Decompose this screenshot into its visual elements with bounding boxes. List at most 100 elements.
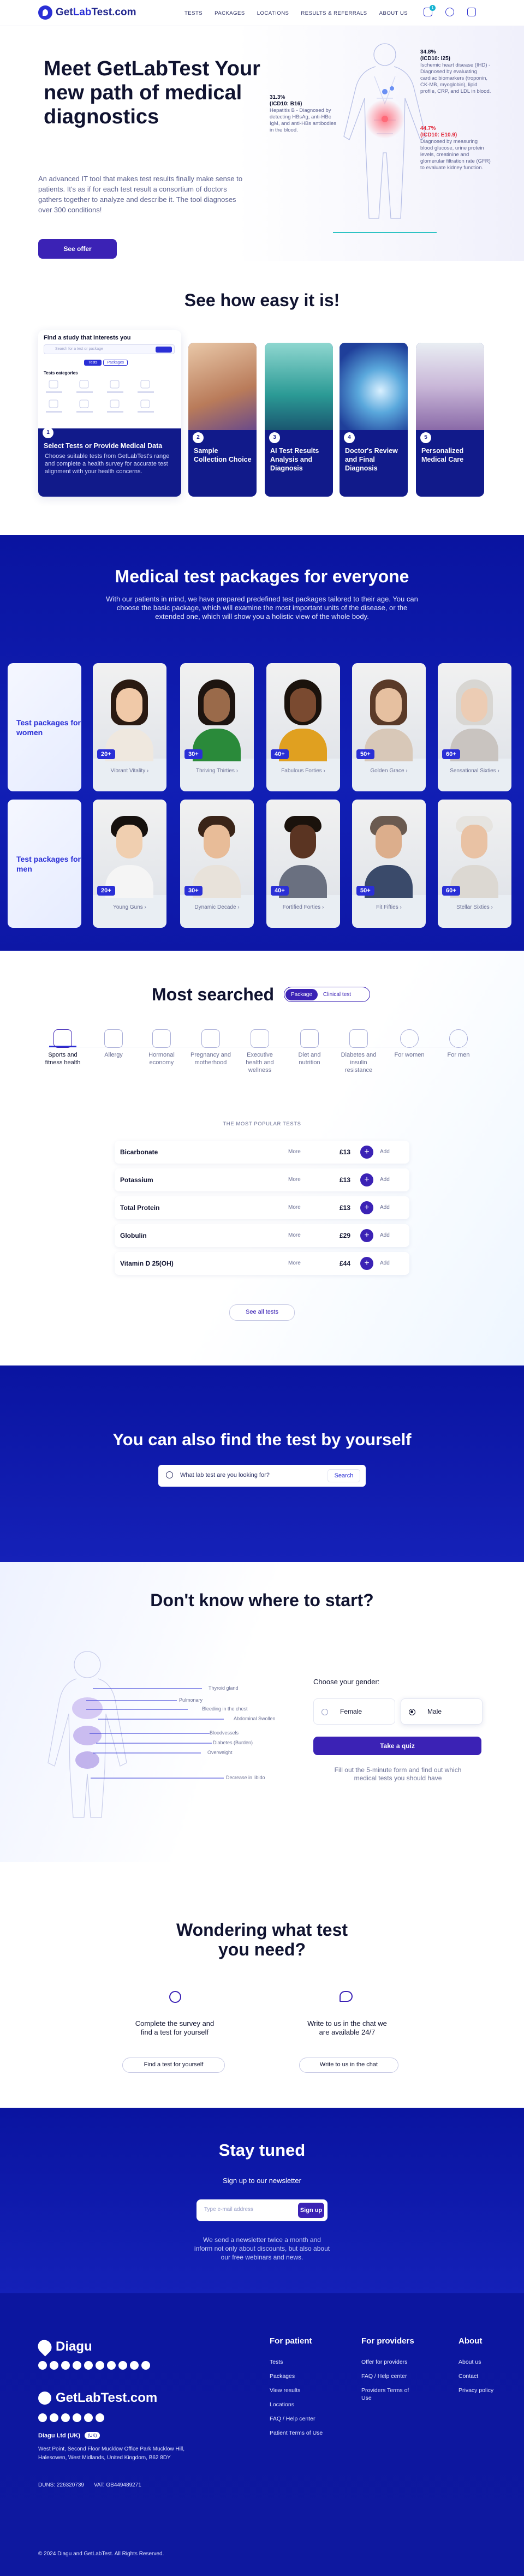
region-selector[interactable]: (UK) (84, 2432, 100, 2439)
test-row: Total Protein More £13 + Add (115, 1196, 409, 1219)
category-diabetes[interactable]: Diabetes and insulin resistance (337, 1029, 380, 1074)
logo[interactable]: GetLabTest.com (38, 5, 136, 20)
footer-link-contact[interactable]: Contact (458, 2372, 502, 2380)
see-all-tests-button[interactable]: See all tests (229, 1304, 295, 1321)
package-women-60[interactable]: 60+ Sensational Sixties (438, 663, 511, 791)
package-men-30[interactable]: 30+ Dynamic Decade (180, 800, 254, 928)
footer-link-faq[interactable]: FAQ / Help center (270, 2415, 324, 2423)
diagu-logo-icon (35, 2337, 55, 2357)
cart-icon[interactable] (467, 8, 476, 16)
more-link[interactable]: More (288, 1204, 301, 1211)
search-button[interactable]: Search (327, 1469, 360, 1482)
more-link[interactable]: More (288, 1232, 301, 1238)
step-card-doctor[interactable]: 4 Doctor's Review and Final Diagnosis (340, 343, 408, 497)
footer-link-providers-terms[interactable]: Providers Terms of Use (361, 2387, 416, 2402)
nav-packages[interactable]: PACKAGES (215, 10, 245, 16)
chat-icon (340, 1991, 353, 2002)
hero-text: An advanced IT tool that makes test resu… (38, 175, 243, 214)
x-icon[interactable] (84, 2413, 93, 2422)
tab-packages[interactable]: Packages (103, 360, 128, 366)
add-plus-button[interactable]: + (360, 1173, 373, 1186)
step-card-care[interactable]: 5 Personalized Medical Care (416, 343, 484, 497)
toggle-clinical[interactable]: Clinical test (318, 989, 356, 1000)
more-link[interactable]: More (288, 1177, 301, 1183)
annotation-hepatitis: 31.3% (ICD10: B16) Hepatitis B - Diagnosed… (270, 94, 336, 133)
category-diet[interactable]: Diet and nutrition (288, 1029, 331, 1066)
footer-link-privacy[interactable]: Privacy policy (458, 2387, 502, 2394)
gender-female-option[interactable]: Female (313, 1698, 395, 1725)
x-icon[interactable] (84, 2361, 93, 2370)
tiktok-icon[interactable] (96, 2413, 104, 2422)
instagram-icon[interactable] (50, 2361, 58, 2370)
threads-icon[interactable] (118, 2361, 127, 2370)
nav-about[interactable]: ABOUT US (379, 10, 408, 16)
facebook-icon[interactable] (38, 2413, 47, 2422)
category-allergy[interactable]: Allergy (92, 1029, 135, 1059)
footer-link-offer[interactable]: Offer for providers (361, 2358, 416, 2366)
package-women-20[interactable]: 20+ Vibrant Vitality (93, 663, 166, 791)
nav-tests[interactable]: TESTS (184, 10, 203, 16)
see-offer-button[interactable]: See offer (38, 239, 117, 259)
category-women[interactable]: For women (388, 1029, 431, 1059)
email-input[interactable]: Type e-mail address (204, 2207, 253, 2213)
package-women-40[interactable]: 40+ Fabulous Forties (266, 663, 340, 791)
instagram-icon[interactable] (50, 2413, 58, 2422)
youtube-icon[interactable] (73, 2413, 81, 2422)
footer-link-providers-faq[interactable]: FAQ / Help center (361, 2372, 416, 2380)
more-link[interactable]: More (288, 1149, 301, 1155)
popular-tests-heading: THE MOST POPULAR TESTS (223, 1121, 301, 1127)
sign-up-button[interactable]: Sign up (298, 2203, 324, 2218)
getlabtest-footer-logo[interactable]: GetLabTest.com (38, 2390, 157, 2406)
footer-link-patient-terms[interactable]: Patient Terms of Use (270, 2429, 324, 2437)
package-men-60[interactable]: 60+ Stellar Sixties (438, 800, 511, 928)
spotify-icon[interactable] (141, 2361, 150, 2370)
step-search-input[interactable]: Search for a test or package (44, 344, 175, 354)
category-sports[interactable]: Sports and fitness health (41, 1029, 85, 1066)
diagu-logo[interactable]: Diagu (35, 2337, 92, 2357)
main-nav: TESTS PACKAGES LOCATIONS RESULTS & REFER… (184, 10, 408, 16)
facebook-icon[interactable] (38, 2361, 47, 2370)
pinterest-icon[interactable] (107, 2361, 116, 2370)
take-quiz-button[interactable]: Take a quiz (313, 1737, 481, 1755)
category-hormonal[interactable]: Hormonal economy (140, 1029, 183, 1066)
packages-title: Medical test packages for everyone (115, 567, 409, 586)
linkedin-icon[interactable] (61, 2361, 70, 2370)
footer-link-about[interactable]: About us (458, 2358, 502, 2366)
more-link[interactable]: More (288, 1260, 301, 1266)
category-pregnancy[interactable]: Pregnancy and motherhood (189, 1029, 233, 1066)
tab-tests[interactable]: Tests (84, 360, 102, 366)
package-women-50[interactable]: 50+ Golden Grace (352, 663, 426, 791)
package-men-50[interactable]: 50+ Fit Fifties (352, 800, 426, 928)
gender-male-option[interactable]: Male (401, 1698, 483, 1725)
reddit-icon[interactable] (130, 2361, 139, 2370)
package-men-40[interactable]: 40+ Fortified Forties (266, 800, 340, 928)
step-card-sample[interactable]: 2 Sample Collection Choice (188, 343, 257, 497)
add-plus-button[interactable]: + (360, 1257, 373, 1270)
step-card-ai[interactable]: 3 AI Test Results Analysis and Diagnosis (265, 343, 333, 497)
tiktok-icon[interactable] (96, 2361, 104, 2370)
linkedin-icon[interactable] (61, 2413, 70, 2422)
find-test-button[interactable]: Find a test for yourself (122, 2058, 225, 2073)
package-women-30[interactable]: 30+ Thriving Thirties (180, 663, 254, 791)
nav-results[interactable]: RESULTS & REFERRALS (301, 10, 367, 16)
toggle-package[interactable]: Package (285, 988, 318, 1000)
youtube-icon[interactable] (73, 2361, 81, 2370)
add-plus-button[interactable]: + (360, 1229, 373, 1242)
footer-link-packages[interactable]: Packages (270, 2372, 324, 2380)
add-plus-button[interactable]: + (360, 1146, 373, 1159)
add-plus-button[interactable]: + (360, 1201, 373, 1214)
footer-link-tests[interactable]: Tests (270, 2358, 324, 2366)
step-card-select[interactable]: Find a study that interests you Search f… (38, 330, 181, 497)
category-men[interactable]: For men (437, 1029, 480, 1059)
package-clinical-toggle: Package Clinical test (284, 987, 370, 1002)
nav-locations[interactable]: LOCATIONS (257, 10, 289, 16)
package-men-20[interactable]: 20+ Young Guns (93, 800, 166, 928)
test-search-input[interactable]: What lab test are you looking for? (180, 1472, 270, 1478)
footer-link-results[interactable]: View results (270, 2387, 324, 2394)
notifications-icon[interactable]: 1 (424, 5, 436, 16)
write-chat-button[interactable]: Write to us in the chat (299, 2058, 398, 2073)
category-executive[interactable]: Executive health and wellness (238, 1029, 282, 1074)
user-icon[interactable] (445, 8, 454, 16)
footer-link-locations[interactable]: Locations (270, 2401, 324, 2408)
choose-gender-label: Choose your gender: (313, 1678, 380, 1686)
